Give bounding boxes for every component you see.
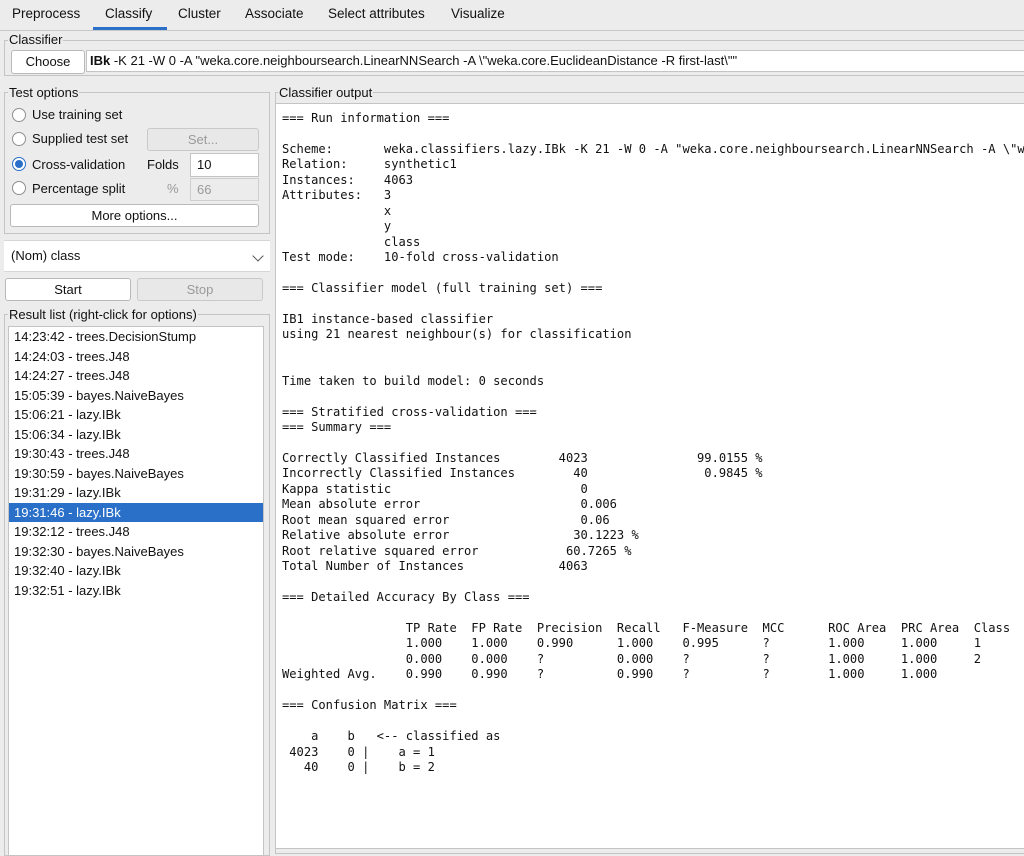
output-line: y — [282, 219, 392, 234]
tab-associate[interactable]: Associate — [245, 6, 304, 28]
more-options-button[interactable]: More options... — [10, 204, 259, 227]
result-item[interactable]: 19:32:51 - lazy.IBk — [9, 581, 263, 601]
output-line: Total Number of Instances 4063 — [282, 559, 588, 574]
result-item[interactable]: 15:05:39 - bayes.NaiveBayes — [9, 386, 263, 406]
tab-classify[interactable]: Classify — [105, 6, 152, 28]
output-line: Incorrectly Classified Instances 40 0.98… — [282, 466, 763, 481]
output-line: class — [282, 234, 421, 249]
percentage-split-radio[interactable] — [12, 181, 26, 195]
output-line: Relative absolute error 30.1223 % — [282, 528, 639, 543]
output-line: x — [282, 203, 392, 218]
output-line: === Classifier model (full training set)… — [282, 280, 603, 295]
classifier-group-label: Classifier — [8, 32, 64, 47]
tab-select-attributes[interactable]: Select attributes — [328, 6, 425, 28]
cross-validation-radio[interactable] — [12, 157, 26, 171]
output-line: Instances: 4063 — [282, 172, 414, 187]
tab-bar: Preprocess Classify Cluster Associate Se… — [0, 0, 1024, 31]
classifier-scheme-field[interactable]: IBk -K 21 -W 0 -A "weka.core.neighbourse… — [86, 50, 1024, 72]
use-training-set-radio[interactable] — [12, 108, 26, 122]
supplied-test-set-label[interactable]: Supplied test set — [32, 131, 128, 146]
choose-button[interactable]: Choose — [11, 50, 85, 74]
output-line: a b <-- classified as — [282, 729, 501, 744]
output-line: Weighted Avg. 0.990 0.990 ? 0.990 ? ? 1.… — [282, 667, 938, 682]
result-item[interactable]: 19:32:40 - lazy.IBk — [9, 561, 263, 581]
class-attribute-select[interactable]: (Nom) class — [4, 240, 270, 272]
cross-validation-label[interactable]: Cross-validation — [32, 157, 125, 172]
output-line: Relation: synthetic1 — [282, 157, 457, 172]
set-test-set-button[interactable]: Set... — [147, 128, 259, 151]
tab-visualize[interactable]: Visualize — [451, 6, 505, 28]
output-line: 1.000 1.000 0.990 1.000 0.995 ? 1.000 1.… — [282, 636, 981, 651]
output-line: === Run information === — [282, 111, 450, 125]
output-line: 4023 0 | a = 1 — [282, 744, 435, 759]
classifier-output-text-area[interactable]: === Run information === Scheme: weka.cla… — [275, 103, 1024, 849]
tab-cluster[interactable]: Cluster — [178, 6, 221, 28]
output-line: Mean absolute error 0.006 — [282, 497, 617, 512]
output-line: Kappa statistic 0 — [282, 481, 588, 496]
output-line: Root relative squared error 60.7265 % — [282, 543, 632, 558]
scheme-args: -K 21 -W 0 -A "weka.core.neighboursearch… — [110, 53, 738, 68]
percent-symbol: % — [167, 181, 179, 196]
result-list[interactable]: 14:23:42 - trees.DecisionStump 14:24:03 … — [8, 326, 264, 856]
result-item[interactable]: 19:30:59 - bayes.NaiveBayes — [9, 464, 263, 484]
start-button[interactable]: Start — [5, 278, 131, 301]
result-item[interactable]: 14:24:03 - trees.J48 — [9, 347, 263, 367]
stop-button[interactable]: Stop — [137, 278, 263, 301]
result-item[interactable]: 19:32:30 - bayes.NaiveBayes — [9, 542, 263, 562]
scheme-name: IBk — [90, 53, 111, 68]
output-line: === Summary === — [282, 420, 392, 435]
active-tab-indicator — [93, 27, 167, 30]
result-item[interactable]: 15:06:34 - lazy.IBk — [9, 425, 263, 445]
output-line: === Stratified cross-validation === — [282, 404, 537, 419]
output-line: Correctly Classified Instances 4023 99.0… — [282, 450, 763, 465]
output-line: Root mean squared error 0.06 — [282, 512, 610, 527]
classifier-output-text: === Run information === Scheme: weka.cla… — [276, 104, 1024, 775]
output-line: === Detailed Accuracy By Class === — [282, 590, 530, 605]
result-item[interactable]: 14:23:42 - trees.DecisionStump — [9, 327, 263, 347]
folds-label: Folds — [147, 157, 179, 172]
class-attribute-value: (Nom) class — [11, 248, 81, 263]
folds-input[interactable]: 10 — [190, 153, 259, 177]
result-item[interactable]: 19:30:43 - trees.J48 — [9, 444, 263, 464]
output-line: Test mode: 10-fold cross-validation — [282, 250, 559, 265]
output-line: Attributes: 3 — [282, 188, 392, 203]
result-item[interactable]: 19:31:29 - lazy.IBk — [9, 483, 263, 503]
classifier-output-group-label: Classifier output — [278, 85, 374, 100]
test-options-group-label: Test options — [8, 85, 80, 100]
output-line: Time taken to build model: 0 seconds — [282, 373, 545, 388]
output-line: 0.000 0.000 ? 0.000 ? ? 1.000 1.000 2 — [282, 651, 981, 666]
output-line: === Confusion Matrix === — [282, 698, 457, 713]
result-list-group-label: Result list (right-click for options) — [8, 307, 198, 322]
output-line: 40 0 | b = 2 — [282, 760, 435, 775]
result-item[interactable]: 14:24:27 - trees.J48 — [9, 366, 263, 386]
result-item-selected[interactable]: 19:31:46 - lazy.IBk — [9, 502, 263, 522]
result-item[interactable]: 15:06:21 - lazy.IBk — [9, 405, 263, 425]
percentage-input[interactable]: 66 — [190, 178, 259, 201]
output-line: Scheme: weka.classifiers.lazy.IBk -K 21 … — [282, 141, 1024, 156]
result-item[interactable]: 19:32:12 - trees.J48 — [9, 522, 263, 542]
percentage-split-label[interactable]: Percentage split — [32, 181, 125, 196]
use-training-set-label[interactable]: Use training set — [32, 107, 122, 122]
output-line: IB1 instance-based classifier — [282, 311, 494, 326]
output-line: using 21 nearest neighbour(s) for classi… — [282, 327, 632, 342]
tab-preprocess[interactable]: Preprocess — [12, 6, 80, 28]
output-line: TP Rate FP Rate Precision Recall F-Measu… — [282, 620, 1011, 635]
supplied-test-set-radio[interactable] — [12, 132, 26, 146]
chevron-down-icon — [252, 250, 264, 262]
